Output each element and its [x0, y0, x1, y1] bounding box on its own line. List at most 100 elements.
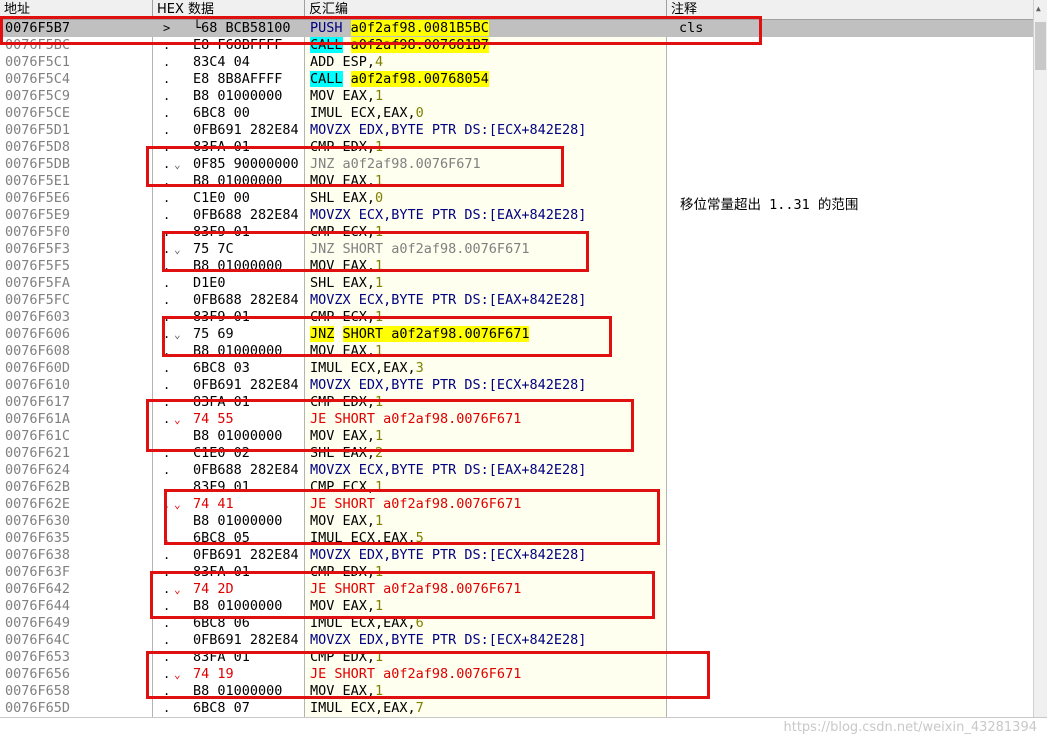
scrollbar-thumb[interactable]: [1035, 22, 1046, 70]
instruction-marker: .: [163, 378, 171, 392]
disassembly-cell: MOVZX EDX,BYTE PTR DS:[ECX+842E28]: [310, 632, 587, 648]
hex-bytes-cell: 83C4 04: [193, 54, 250, 70]
address-cell: 0076F635: [5, 530, 71, 546]
address-cell: 0076F5F5: [5, 258, 71, 274]
hex-bytes-cell: 6BC8 00: [193, 105, 250, 121]
disassembly-cell: SHL EAX,0: [310, 190, 384, 206]
hex-bytes-cell: 0FB688 282E84: [193, 207, 299, 223]
disassembly-cell: MOVZX EDX,BYTE PTR DS:[ECX+842E28]: [310, 377, 587, 393]
address-cell: 0076F642: [5, 581, 71, 597]
address-cell: 0076F624: [5, 462, 71, 478]
hex-bytes-cell: 0FB691 282E84: [193, 547, 299, 563]
address-cell: 0076F644: [5, 598, 71, 614]
disassembly-cell: MOV EAX,1: [310, 88, 384, 104]
table-row[interactable]: 0076F5D1. 0FB691 282E84 MOVZX EDX,BYTE PTR…: [0, 122, 1033, 139]
table-row[interactable]: 0076F5C4. E8 8B8AFFFF CALL a0f2af98.007680…: [0, 71, 1033, 88]
address-cell: 0076F5D1: [5, 122, 71, 138]
instruction-marker: .: [163, 276, 171, 290]
disassembly-cell: ADD ESP,4: [310, 54, 384, 70]
address-cell: 0076F63F: [5, 564, 71, 580]
annotation-box-je-4: [146, 651, 710, 699]
annotation-box-jnz-1: [146, 146, 564, 187]
address-cell: 0076F5FA: [5, 275, 71, 291]
table-row[interactable]: 0076F5FC. 0FB688 282E84 MOVZX ECX,BYTE PTR…: [0, 292, 1033, 309]
instruction-marker: .: [163, 361, 171, 375]
hex-bytes-cell: 6BC8 03: [193, 360, 250, 376]
instruction-marker: .: [163, 633, 171, 647]
address-cell: 0076F617: [5, 394, 71, 410]
table-row[interactable]: 0076F624. 0FB688 282E84 MOVZX ECX,BYTE PTR…: [0, 462, 1033, 479]
vertical-scrollbar[interactable]: ▲: [1033, 0, 1047, 717]
watermark: https://blog.csdn.net/weixin_43281394: [783, 720, 1037, 735]
instruction-marker: .: [163, 208, 171, 222]
table-row[interactable]: 0076F5E6. C1E0 00 SHL EAX,0: [0, 190, 1033, 207]
table-row[interactable]: 0076F5CE. 6BC8 00 IMUL ECX,EAX,0: [0, 105, 1033, 122]
disassembly-cell: IMUL ECX,EAX,7: [310, 700, 424, 716]
hex-bytes-cell: D1E0: [193, 275, 226, 291]
disassembly-cell: MOVZX ECX,BYTE PTR DS:[EAX+842E28]: [310, 207, 587, 223]
address-cell: 0076F5E9: [5, 207, 71, 223]
disassembly-cell: MOVZX EDX,BYTE PTR DS:[ECX+842E28]: [310, 547, 587, 563]
table-row[interactable]: 0076F5E9. 0FB688 282E84 MOVZX ECX,BYTE PTR…: [0, 207, 1033, 224]
annotation-box-push: [0, 16, 762, 45]
address-cell: 0076F5C9: [5, 88, 71, 104]
instruction-marker: .: [163, 123, 171, 137]
table-row[interactable]: 0076F5C1. 83C4 04 ADD ESP,4: [0, 54, 1033, 71]
address-cell: 0076F606: [5, 326, 71, 342]
address-cell: 0076F658: [5, 683, 71, 699]
address-cell: 0076F5D8: [5, 139, 71, 155]
table-row[interactable]: 0076F65D. 6BC8 07 IMUL ECX,EAX,7: [0, 700, 1033, 717]
hex-bytes-cell: 0FB691 282E84: [193, 122, 299, 138]
instruction-marker: .: [163, 191, 171, 205]
annotation-box-jnz-2: [162, 231, 589, 272]
address-cell: 0076F621: [5, 445, 71, 461]
table-row[interactable]: 0076F638. 0FB691 282E84 MOVZX EDX,BYTE PTR…: [0, 547, 1033, 564]
table-row[interactable]: 0076F64C. 0FB691 282E84 MOVZX EDX,BYTE PTR…: [0, 632, 1033, 649]
hex-bytes-cell: 6BC8 07: [193, 700, 250, 716]
address-cell: 0076F62E: [5, 496, 71, 512]
address-cell: 0076F60D: [5, 360, 71, 376]
hex-bytes-cell: C1E0 00: [193, 190, 250, 206]
shift-range-comment: 移位常量超出 1..31 的范围: [680, 197, 859, 213]
hex-bytes-cell: 0FB688 282E84: [193, 462, 299, 478]
instruction-marker: .: [163, 701, 171, 715]
disassembly-cell: MOVZX EDX,BYTE PTR DS:[ECX+842E28]: [310, 122, 587, 138]
table-row[interactable]: 0076F60D. 6BC8 03 IMUL ECX,EAX,3: [0, 360, 1033, 377]
hex-bytes-cell: 0FB691 282E84: [193, 377, 299, 393]
annotation-box-je-1: [146, 399, 634, 452]
address-cell: 0076F61A: [5, 411, 71, 427]
hex-bytes-cell: 0FB691 282E84: [193, 632, 299, 648]
instruction-marker: .: [163, 72, 171, 86]
address-cell: 0076F65D: [5, 700, 71, 716]
table-row[interactable]: 0076F610. 0FB691 282E84 MOVZX EDX,BYTE PTR…: [0, 377, 1033, 394]
annotation-box-jnz-3: [162, 316, 612, 357]
disassembly-cell: CALL a0f2af98.00768054: [310, 71, 489, 87]
instruction-marker: .: [163, 89, 171, 103]
address-cell: 0076F5DB: [5, 156, 71, 172]
disassembly-cell: MOVZX ECX,BYTE PTR DS:[EAX+842E28]: [310, 292, 587, 308]
hex-bytes-cell: E8 8B8AFFFF: [193, 71, 283, 87]
instruction-marker: .: [163, 106, 171, 120]
address-cell: 0076F603: [5, 309, 71, 325]
disassembly-cell: IMUL ECX,EAX,3: [310, 360, 424, 376]
address-cell: 0076F5FC: [5, 292, 71, 308]
table-row[interactable]: 0076F5FA. D1E0 SHL EAX,1: [0, 275, 1033, 292]
instruction-marker: .: [163, 293, 171, 307]
hex-bytes-cell: 0FB688 282E84: [193, 292, 299, 308]
scroll-up-icon[interactable]: ▲: [1036, 4, 1041, 13]
address-cell: 0076F5CE: [5, 105, 71, 121]
address-cell: 0076F656: [5, 666, 71, 682]
instruction-marker: .: [163, 463, 171, 477]
disassembly-cell: IMUL ECX,EAX,0: [310, 105, 424, 121]
address-cell: 0076F5C4: [5, 71, 71, 87]
address-cell: 0076F5E6: [5, 190, 71, 206]
address-cell: 0076F5F3: [5, 241, 71, 257]
address-cell: 0076F5F0: [5, 224, 71, 240]
hex-bytes-cell: B8 01000000: [193, 88, 283, 104]
address-cell: 0076F64C: [5, 632, 71, 648]
annotation-box-je-2: [164, 489, 660, 545]
address-cell: 0076F5E1: [5, 173, 71, 189]
address-cell: 0076F638: [5, 547, 71, 563]
table-row[interactable]: 0076F5C9. B8 01000000 MOV EAX,1: [0, 88, 1033, 105]
address-cell: 0076F5C1: [5, 54, 71, 70]
